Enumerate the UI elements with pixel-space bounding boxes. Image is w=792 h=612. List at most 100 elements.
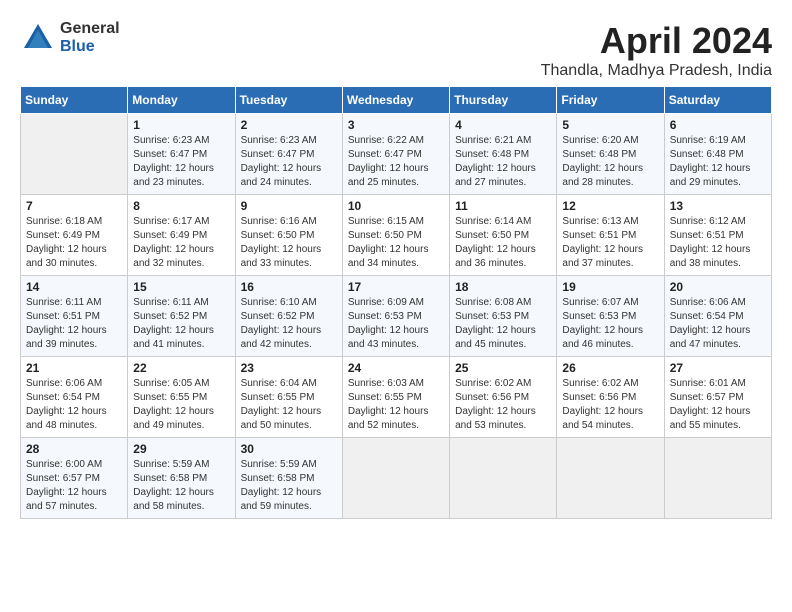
calendar-cell: 29 Sunrise: 5:59 AMSunset: 6:58 PMDayligh… — [128, 438, 235, 519]
weekday-header-tuesday: Tuesday — [235, 87, 342, 114]
calendar-cell: 14 Sunrise: 6:11 AMSunset: 6:51 PMDayligh… — [21, 276, 128, 357]
day-number: 28 — [26, 442, 122, 456]
logo-icon — [20, 20, 56, 56]
logo-blue: Blue — [60, 38, 120, 56]
day-number: 2 — [241, 118, 337, 132]
day-info: Sunrise: 6:03 AMSunset: 6:55 PMDaylight:… — [348, 377, 444, 433]
day-info: Sunrise: 6:16 AMSunset: 6:50 PMDaylight:… — [241, 215, 337, 271]
calendar-cell: 30Sunrise: 5:59 AMSunset: 6:58 PMDayligh… — [235, 438, 342, 519]
day-info: Sunrise: 6:12 AMSunset: 6:51 PMDaylight:… — [670, 215, 766, 271]
logo-general: General — [60, 20, 120, 38]
day-number: 27 — [670, 361, 766, 375]
day-number: 14 — [26, 280, 122, 294]
day-info: Sunrise: 6:06 AMSunset: 6:54 PMDaylight:… — [670, 296, 766, 352]
calendar-cell: 12 Sunrise: 6:13 AMSunset: 6:51 PMDayligh… — [557, 195, 664, 276]
calendar-cell: 5Sunrise: 6:20 AMSunset: 6:48 PMDaylight… — [557, 114, 664, 195]
weekday-header-monday: Monday — [128, 87, 235, 114]
weekday-header-saturday: Saturday — [664, 87, 771, 114]
day-number: 16 — [241, 280, 337, 294]
calendar-cell: 24 Sunrise: 6:03 AMSunset: 6:55 PMDayligh… — [342, 357, 449, 438]
weekday-header-sunday: Sunday — [21, 87, 128, 114]
day-number: 6 — [670, 118, 766, 132]
day-info: Sunrise: 6:21 AMSunset: 6:48 PMDaylight:… — [455, 134, 551, 190]
calendar-cell: 15 Sunrise: 6:11 AMSunset: 6:52 PMDayligh… — [128, 276, 235, 357]
logo: General Blue — [20, 20, 120, 56]
weekday-header-friday: Friday — [557, 87, 664, 114]
day-number: 25 — [455, 361, 551, 375]
calendar-cell: 1Sunrise: 6:23 AMSunset: 6:47 PMDaylight… — [128, 114, 235, 195]
title-area: April 2024 Thandla, Madhya Pradesh, Indi… — [541, 20, 772, 80]
day-number: 20 — [670, 280, 766, 294]
day-info: Sunrise: 6:09 AMSunset: 6:53 PMDaylight:… — [348, 296, 444, 352]
day-info: Sunrise: 6:10 AMSunset: 6:52 PMDaylight:… — [241, 296, 337, 352]
calendar-body: 1Sunrise: 6:23 AMSunset: 6:47 PMDaylight… — [21, 114, 772, 519]
calendar-cell: 17 Sunrise: 6:09 AMSunset: 6:53 PMDayligh… — [342, 276, 449, 357]
calendar-week-2: 7Sunrise: 6:18 AMSunset: 6:49 PMDaylight… — [21, 195, 772, 276]
weekday-header-wednesday: Wednesday — [342, 87, 449, 114]
day-number: 30 — [241, 442, 337, 456]
calendar-week-4: 21Sunrise: 6:06 AMSunset: 6:54 PMDayligh… — [21, 357, 772, 438]
calendar-cell: 11 Sunrise: 6:14 AMSunset: 6:50 PMDayligh… — [450, 195, 557, 276]
day-number: 3 — [348, 118, 444, 132]
day-number: 12 — [562, 199, 658, 213]
day-info: Sunrise: 6:14 AMSunset: 6:50 PMDaylight:… — [455, 215, 551, 271]
day-number: 19 — [562, 280, 658, 294]
calendar-cell: 13 Sunrise: 6:12 AMSunset: 6:51 PMDayligh… — [664, 195, 771, 276]
page-header: General Blue April 2024 Thandla, Madhya … — [20, 20, 772, 80]
calendar-cell: 2Sunrise: 6:23 AMSunset: 6:47 PMDaylight… — [235, 114, 342, 195]
day-info: Sunrise: 6:19 AMSunset: 6:48 PMDaylight:… — [670, 134, 766, 190]
day-number: 18 — [455, 280, 551, 294]
day-info: Sunrise: 6:11 AMSunset: 6:51 PMDaylight:… — [26, 296, 122, 352]
day-number: 11 — [455, 199, 551, 213]
calendar-week-3: 14 Sunrise: 6:11 AMSunset: 6:51 PMDayligh… — [21, 276, 772, 357]
calendar-cell: 26 Sunrise: 6:02 AMSunset: 6:56 PMDayligh… — [557, 357, 664, 438]
calendar-cell: 6 Sunrise: 6:19 AMSunset: 6:48 PMDaylight… — [664, 114, 771, 195]
day-number: 24 — [348, 361, 444, 375]
calendar-cell: 16 Sunrise: 6:10 AMSunset: 6:52 PMDayligh… — [235, 276, 342, 357]
day-info: Sunrise: 6:18 AMSunset: 6:49 PMDaylight:… — [26, 215, 122, 271]
calendar-cell: 3 Sunrise: 6:22 AMSunset: 6:47 PMDaylight… — [342, 114, 449, 195]
weekday-header-row: SundayMondayTuesdayWednesdayThursdayFrid… — [21, 87, 772, 114]
day-number: 23 — [241, 361, 337, 375]
day-info: Sunrise: 6:15 AMSunset: 6:50 PMDaylight:… — [348, 215, 444, 271]
calendar-cell: 19 Sunrise: 6:07 AMSunset: 6:53 PMDayligh… — [557, 276, 664, 357]
day-info: Sunrise: 5:59 AMSunset: 6:58 PMDaylight:… — [133, 458, 229, 514]
calendar-cell: 25 Sunrise: 6:02 AMSunset: 6:56 PMDayligh… — [450, 357, 557, 438]
day-info: Sunrise: 6:20 AMSunset: 6:48 PMDaylight:… — [562, 134, 658, 190]
day-info: Sunrise: 6:06 AMSunset: 6:54 PMDaylight:… — [26, 377, 122, 433]
day-number: 15 — [133, 280, 229, 294]
day-number: 29 — [133, 442, 229, 456]
calendar-week-5: 28 Sunrise: 6:00 AMSunset: 6:57 PMDayligh… — [21, 438, 772, 519]
calendar-cell — [450, 438, 557, 519]
day-info: Sunrise: 6:02 AMSunset: 6:56 PMDaylight:… — [455, 377, 551, 433]
day-number: 4 — [455, 118, 551, 132]
day-info: Sunrise: 6:07 AMSunset: 6:53 PMDaylight:… — [562, 296, 658, 352]
month-title: April 2024 — [541, 20, 772, 62]
day-info: Sunrise: 6:00 AMSunset: 6:57 PMDaylight:… — [26, 458, 122, 514]
calendar-table: SundayMondayTuesdayWednesdayThursdayFrid… — [20, 86, 772, 519]
day-number: 9 — [241, 199, 337, 213]
calendar-cell: 20 Sunrise: 6:06 AMSunset: 6:54 PMDayligh… — [664, 276, 771, 357]
day-number: 26 — [562, 361, 658, 375]
day-info: Sunrise: 6:11 AMSunset: 6:52 PMDaylight:… — [133, 296, 229, 352]
weekday-header-thursday: Thursday — [450, 87, 557, 114]
day-info: Sunrise: 6:08 AMSunset: 6:53 PMDaylight:… — [455, 296, 551, 352]
day-info: Sunrise: 6:17 AMSunset: 6:49 PMDaylight:… — [133, 215, 229, 271]
calendar-cell: 21Sunrise: 6:06 AMSunset: 6:54 PMDayligh… — [21, 357, 128, 438]
calendar-cell: 10Sunrise: 6:15 AMSunset: 6:50 PMDayligh… — [342, 195, 449, 276]
calendar-cell: 27Sunrise: 6:01 AMSunset: 6:57 PMDayligh… — [664, 357, 771, 438]
day-info: Sunrise: 6:23 AMSunset: 6:47 PMDaylight:… — [133, 134, 229, 190]
day-info: Sunrise: 6:22 AMSunset: 6:47 PMDaylight:… — [348, 134, 444, 190]
calendar-cell — [342, 438, 449, 519]
calendar-cell: 8Sunrise: 6:17 AMSunset: 6:49 PMDaylight… — [128, 195, 235, 276]
day-number: 13 — [670, 199, 766, 213]
day-info: Sunrise: 6:04 AMSunset: 6:55 PMDaylight:… — [241, 377, 337, 433]
calendar-cell: 22Sunrise: 6:05 AMSunset: 6:55 PMDayligh… — [128, 357, 235, 438]
calendar-cell: 28 Sunrise: 6:00 AMSunset: 6:57 PMDayligh… — [21, 438, 128, 519]
logo-text: General Blue — [60, 20, 120, 55]
day-number: 17 — [348, 280, 444, 294]
day-info: Sunrise: 6:02 AMSunset: 6:56 PMDaylight:… — [562, 377, 658, 433]
day-info: Sunrise: 6:13 AMSunset: 6:51 PMDaylight:… — [562, 215, 658, 271]
calendar-week-1: 1Sunrise: 6:23 AMSunset: 6:47 PMDaylight… — [21, 114, 772, 195]
calendar-header: SundayMondayTuesdayWednesdayThursdayFrid… — [21, 87, 772, 114]
